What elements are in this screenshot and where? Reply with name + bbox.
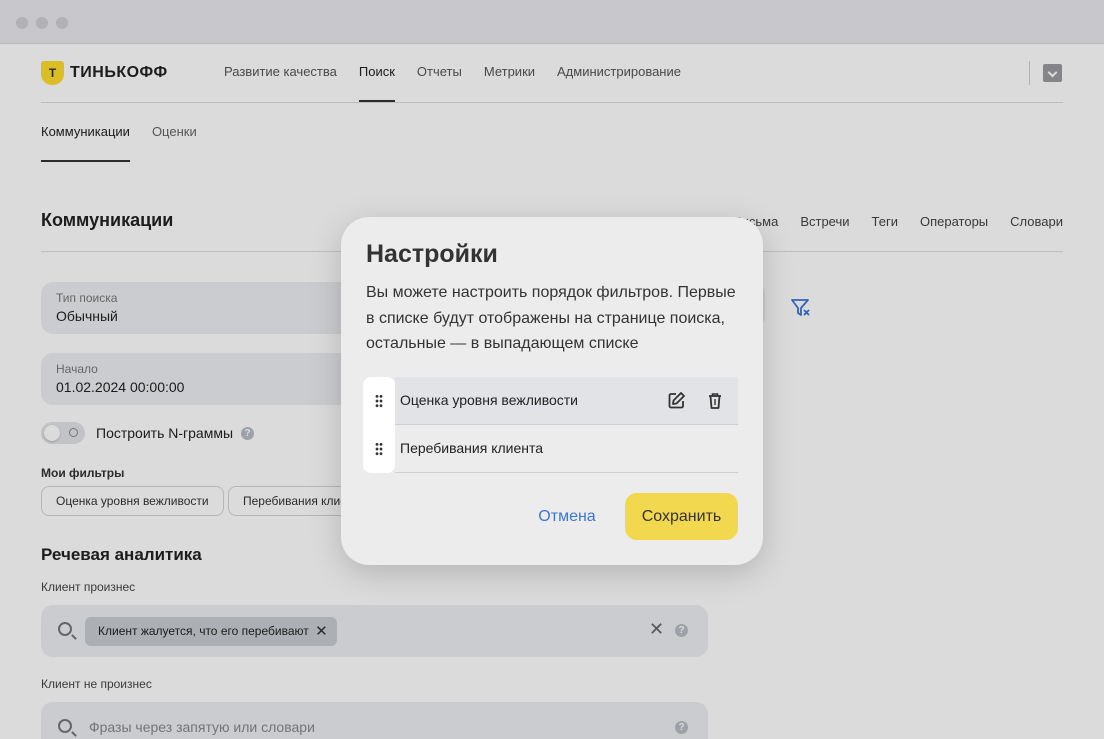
drag-handle[interactable] (363, 425, 395, 473)
drag-handle[interactable] (363, 377, 395, 425)
list-item: Перебивания клиента (363, 425, 738, 473)
drag-grip-icon (375, 394, 383, 408)
settings-modal: Настройки Вы можете настроить порядок фи… (341, 217, 763, 565)
list-item-label: Перебивания клиента (400, 440, 544, 456)
list-item: Оценка уровня вежливости (363, 377, 738, 425)
drag-grip-icon (375, 442, 383, 456)
row-divider (395, 472, 738, 473)
modal-description: Вы можете настроить порядок фильтров. Пе… (366, 284, 736, 352)
trash-icon[interactable] (707, 391, 723, 410)
list-item-label: Оценка уровня вежливости (400, 392, 578, 408)
save-button[interactable]: Сохранить (625, 493, 738, 540)
cancel-button[interactable]: Отмена (525, 494, 609, 540)
edit-icon[interactable] (667, 391, 686, 410)
modal-title: Настройки (366, 240, 498, 268)
filter-order-list: Оценка уровня вежливости Перебивания кли… (363, 377, 738, 473)
